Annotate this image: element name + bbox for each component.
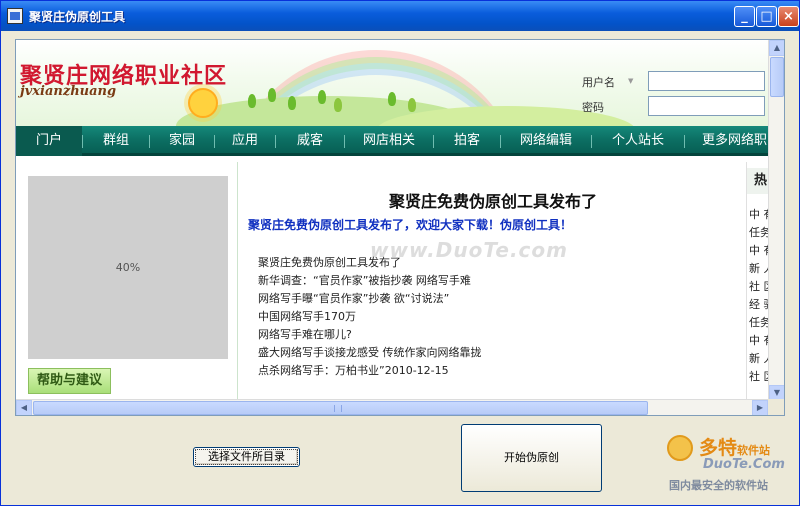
brand-url: DuoTe.Com xyxy=(703,457,785,472)
list-item[interactable]: 中 有 xyxy=(749,242,769,260)
grip-icon xyxy=(334,405,342,412)
list-item[interactable]: 任务 xyxy=(749,314,769,332)
app-icon xyxy=(7,8,23,24)
scroll-up-icon[interactable]: ▲ xyxy=(769,40,784,56)
nav-item-portal[interactable]: 门户 xyxy=(16,126,82,156)
list-item[interactable]: 社 区 xyxy=(749,278,769,296)
password-label: 密码 xyxy=(582,101,604,114)
list-item[interactable]: 网络写手难在哪儿? xyxy=(258,326,482,344)
brand-name-suffix: 软件站 xyxy=(737,444,771,457)
horizontal-scrollbar[interactable]: ◀ ▶ xyxy=(16,399,768,415)
list-item[interactable]: 任务 xyxy=(749,224,769,242)
nav-item-groups[interactable]: 群组 xyxy=(83,126,149,156)
brand-name: 多特软件站 xyxy=(699,433,770,460)
nav-item-webmaster[interactable]: 个人站长 xyxy=(592,126,684,156)
select-directory-button[interactable]: 选择文件所目录 xyxy=(193,447,300,467)
dropdown-caret-icon[interactable]: ▼ xyxy=(628,77,633,85)
tree-decoration xyxy=(248,94,256,108)
article-list: 聚贤庄免费伪原创工具发布了 新华调查：“官员作家”被指抄袭 网络写手难 网络写手… xyxy=(258,254,482,380)
mascot-icon xyxy=(667,435,693,461)
list-item[interactable]: 新华调查：“官员作家”被指抄袭 网络写手难 xyxy=(258,272,482,290)
article-panel: 聚贤庄免费伪原创工具发布了 聚贤庄免费伪原创工具发布了，欢迎大家下载！伪原创工具… xyxy=(240,162,746,402)
username-label: 用户名 xyxy=(582,76,615,89)
scroll-left-icon[interactable]: ◀ xyxy=(16,400,32,415)
help-feedback-button[interactable]: 帮助与建议 xyxy=(28,368,111,394)
username-input[interactable] xyxy=(648,71,765,91)
vertical-scrollbar[interactable]: ▲ ▼ xyxy=(768,40,784,401)
tree-decoration xyxy=(408,98,416,112)
article-title: 聚贤庄免费伪原创工具发布了 xyxy=(388,192,597,211)
list-item[interactable]: 中 有 xyxy=(749,206,769,224)
hot-header: 热 xyxy=(747,168,769,194)
tree-decoration xyxy=(268,88,276,102)
duote-watermark: 多特软件站 DuoTe.Com 国内最安全的软件站 xyxy=(667,435,795,499)
nav-item-witkey[interactable]: 威客 xyxy=(276,126,344,156)
site-pinyin: jvxianzhuang xyxy=(20,84,117,99)
start-button[interactable]: 开始伪原创 xyxy=(461,424,602,492)
nav-item-apps[interactable]: 应用 xyxy=(215,126,275,156)
article-subtitle-link[interactable]: 聚贤庄免费伪原创工具发布了，欢迎大家下载！伪原创工具！ xyxy=(248,216,572,233)
sun-logo-icon xyxy=(188,88,218,118)
scroll-right-icon[interactable]: ▶ xyxy=(752,400,768,415)
embedded-browser[interactable]: 聚贤庄网络职业社区 jvxianzhuang 用户名 ▼ 密码 门户 群组 家园… xyxy=(15,39,785,416)
brand-name-text: 多特 xyxy=(699,437,738,459)
list-item[interactable]: 点杀网络写手：万柏书业”2010-12-15 xyxy=(258,362,482,380)
nav-item-home[interactable]: 家园 xyxy=(150,126,214,156)
minimize-button[interactable]: _ xyxy=(734,6,755,27)
nav-separator xyxy=(684,135,685,148)
site-nav: 门户 群组 家园 应用 威客 网店相关 拍客 网络编辑 个人站长 更多网络职 xyxy=(16,126,769,156)
list-item[interactable]: 盛大网络写手谈接龙感受 传统作家向网络靠拢 xyxy=(258,344,482,362)
maximize-button[interactable]: □ xyxy=(756,6,777,27)
tree-decoration xyxy=(334,98,342,112)
list-item[interactable]: 社 区 xyxy=(749,368,769,386)
list-item[interactable]: 新 人 xyxy=(749,350,769,368)
list-item[interactable]: 中 有 xyxy=(749,332,769,350)
nav-item-editor[interactable]: 网络编辑 xyxy=(501,126,591,156)
tree-decoration xyxy=(288,96,296,110)
window-title: 聚贤庄伪原创工具 xyxy=(29,10,126,24)
app-window: 聚贤庄伪原创工具 _ □ × 聚贤庄网络职业社区 jvxianzhuang 用户… xyxy=(0,0,800,506)
tree-decoration xyxy=(318,90,326,104)
nav-item-paike[interactable]: 拍客 xyxy=(434,126,500,156)
vertical-scroll-thumb[interactable] xyxy=(770,57,784,97)
tree-decoration xyxy=(388,92,396,106)
list-item[interactable]: 聚贤庄免费伪原创工具发布了 xyxy=(258,254,482,272)
brand-slogan: 国内最安全的软件站 xyxy=(669,479,768,492)
list-item[interactable]: 中国网络写手170万 xyxy=(258,308,482,326)
list-item[interactable]: 网络写手曝“官员作家”抄袭 欲“讨说法” xyxy=(258,290,482,308)
horizontal-scroll-thumb[interactable] xyxy=(33,401,648,415)
right-column: 热 中 有 任务 中 有 新 人 社 区 经 验 任务 中 有 新 人 社 区 xyxy=(746,162,769,402)
password-input[interactable] xyxy=(648,96,765,116)
nav-item-shop[interactable]: 网店相关 xyxy=(345,126,433,156)
site-banner: 聚贤庄网络职业社区 jvxianzhuang 用户名 ▼ 密码 xyxy=(16,40,769,126)
list-item[interactable]: 新 人 xyxy=(749,260,769,278)
close-button[interactable]: × xyxy=(778,6,799,27)
list-item[interactable]: 经 验 xyxy=(749,296,769,314)
image-placeholder: 40% xyxy=(28,176,228,359)
left-column: 40% 帮助与建议 xyxy=(16,162,238,402)
scroll-corner xyxy=(768,399,784,415)
hot-list: 中 有 任务 中 有 新 人 社 区 经 验 任务 中 有 新 人 社 区 xyxy=(749,206,769,386)
title-bar[interactable]: 聚贤庄伪原创工具 _ □ × xyxy=(1,1,799,31)
